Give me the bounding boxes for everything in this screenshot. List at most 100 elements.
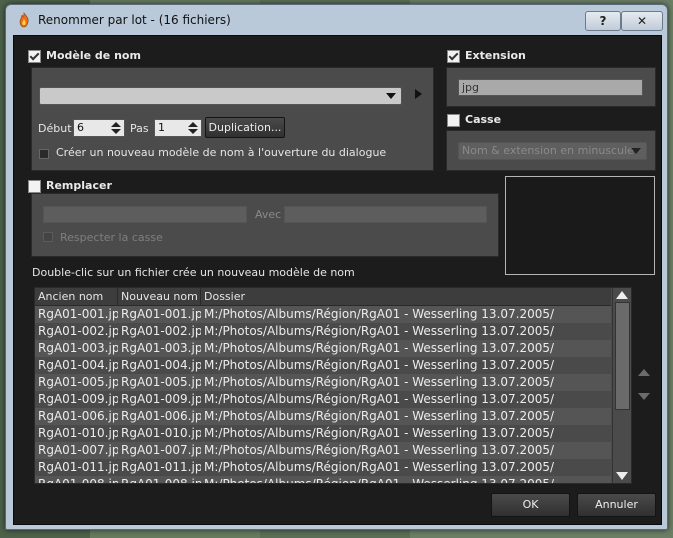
scroll-thumb[interactable] xyxy=(615,302,630,410)
table-body: RgA01-001.jpgRgA01-001.jpgM:/Photos/Albu… xyxy=(35,306,611,484)
table-row[interactable]: RgA01-010.jpgRgA01-010.jpgM:/Photos/Albu… xyxy=(35,425,611,442)
dossier-cell: M:/Photos/Albums/Région/RgA01 - Wesserli… xyxy=(204,426,555,440)
avec-label: Avec xyxy=(255,208,282,221)
table-row[interactable]: RgA01-004.jpgRgA01-004.jpgM:/Photos/Albu… xyxy=(35,357,611,374)
pas-label: Pas xyxy=(130,122,149,135)
spin-up-icon[interactable] xyxy=(188,122,198,127)
preview-frame xyxy=(505,176,655,275)
ancien-nom-cell: RgA01-005.jpg xyxy=(38,375,118,389)
nouveau-nom-cell: RgA01-002.jpg xyxy=(121,324,201,338)
dossier-cell: M:/Photos/Albums/Région/RgA01 - Wesserli… xyxy=(204,443,555,457)
nouveau-nom-cell: RgA01-008.jpg xyxy=(121,477,201,484)
casse-checkbox[interactable] xyxy=(447,114,460,127)
column-header-ancien-nom[interactable]: Ancien nom xyxy=(35,288,118,305)
casse-combo[interactable]: Nom & extension en minuscule xyxy=(458,142,647,160)
table-row[interactable]: RgA01-007.jpgRgA01-007.jpgM:/Photos/Albu… xyxy=(35,442,611,459)
table-row[interactable]: RgA01-001.jpgRgA01-001.jpgM:/Photos/Albu… xyxy=(35,306,611,323)
dossier-cell: M:/Photos/Albums/Région/RgA01 - Wesserli… xyxy=(204,375,555,389)
table-scrollbar[interactable] xyxy=(612,288,631,483)
extension-panel: jpg xyxy=(446,67,656,107)
hint-text: Double-clic sur un fichier crée un nouve… xyxy=(32,266,355,279)
table-row[interactable]: RgA01-002.jpgRgA01-002.jpgM:/Photos/Albu… xyxy=(35,323,611,340)
pas-value: 1 xyxy=(158,121,165,134)
create-new-model-label: Créer un nouveau modèle de nom à l'ouver… xyxy=(56,146,387,159)
play-arrow-icon[interactable] xyxy=(415,89,422,99)
create-new-model-checkbox[interactable] xyxy=(39,149,49,159)
name-model-checkbox[interactable] xyxy=(28,50,41,63)
move-up-icon[interactable] xyxy=(638,369,650,376)
remplacer-label: Remplacer xyxy=(46,179,112,192)
nouveau-nom-cell: RgA01-004.jpg xyxy=(121,358,201,372)
remplacer-panel: Avec Respecter la casse xyxy=(31,193,499,257)
table-row[interactable]: RgA01-011.jpgRgA01-011.jpgM:/Photos/Albu… xyxy=(35,459,611,476)
ancien-nom-cell: RgA01-003.jpg xyxy=(38,341,118,355)
nouveau-nom-cell: RgA01-010.jpg xyxy=(121,426,201,440)
spin-up-icon[interactable] xyxy=(111,122,121,127)
table-row[interactable]: RgA01-003.jpgRgA01-003.jpgM:/Photos/Albu… xyxy=(35,340,611,357)
dossier-cell: M:/Photos/Albums/Région/RgA01 - Wesserli… xyxy=(204,460,555,474)
dossier-cell: M:/Photos/Albums/Région/RgA01 - Wesserli… xyxy=(204,324,555,338)
extension-label: Extension xyxy=(465,49,526,62)
rename-dialog: Renommer par lot - (16 fichiers) ? ✕ Mod… xyxy=(5,4,668,530)
casse-label: Casse xyxy=(465,113,502,126)
name-model-panel: Début 6 Pas 1 Duplication... Créer un no… xyxy=(31,67,434,171)
cancel-button[interactable]: Annuler xyxy=(577,493,656,517)
ancien-nom-cell: RgA01-009.jpg xyxy=(38,392,118,406)
casse-value: Nom & extension en minuscule xyxy=(462,144,634,157)
ancien-nom-cell: RgA01-001.jpg xyxy=(38,307,118,321)
dialog-client: Modèle de nom Début 6 Pas 1 Duplication.… xyxy=(13,35,662,525)
extension-input[interactable]: jpg xyxy=(458,79,643,96)
ancien-nom-cell: RgA01-008.jpg xyxy=(38,477,118,484)
flame-icon xyxy=(19,12,29,28)
column-header-nouveau-nom[interactable]: Nouveau nom xyxy=(118,288,201,305)
nouveau-nom-cell: RgA01-011.jpg xyxy=(121,460,201,474)
help-button[interactable]: ? xyxy=(585,11,621,31)
ancien-nom-cell: RgA01-004.jpg xyxy=(38,358,118,372)
scroll-up-icon[interactable] xyxy=(616,291,628,299)
spin-down-icon[interactable] xyxy=(188,129,198,134)
casse-panel: Nom & extension en minuscule xyxy=(446,130,656,171)
debut-value: 6 xyxy=(77,121,84,134)
dossier-cell: M:/Photos/Albums/Région/RgA01 - Wesserli… xyxy=(204,477,555,484)
table-row[interactable]: RgA01-005.jpgRgA01-005.jpgM:/Photos/Albu… xyxy=(35,374,611,391)
nouveau-nom-cell: RgA01-005.jpg xyxy=(121,375,201,389)
replace-text-input[interactable] xyxy=(284,206,487,223)
column-header-dossier[interactable]: Dossier xyxy=(201,288,611,305)
name-model-label: Modèle de nom xyxy=(46,49,141,62)
scroll-down-icon[interactable] xyxy=(616,472,628,480)
table-row[interactable]: RgA01-006.jpgRgA01-006.jpgM:/Photos/Albu… xyxy=(35,408,611,425)
ancien-nom-cell: RgA01-006.jpg xyxy=(38,409,118,423)
debut-label: Début xyxy=(38,122,72,135)
ok-button[interactable]: OK xyxy=(491,493,570,517)
title-bar[interactable]: Renommer par lot - (16 fichiers) ? ✕ xyxy=(6,5,667,35)
close-button[interactable]: ✕ xyxy=(621,11,663,31)
table-header: Ancien nom Nouveau nom Dossier xyxy=(35,288,611,306)
nouveau-nom-cell: RgA01-003.jpg xyxy=(121,341,201,355)
nouveau-nom-cell: RgA01-007.jpg xyxy=(121,443,201,457)
table-row[interactable]: RgA01-008.jpgRgA01-008.jpgM:/Photos/Albu… xyxy=(35,476,611,484)
extension-checkbox[interactable] xyxy=(447,50,460,63)
respect-case-checkbox[interactable] xyxy=(43,232,53,242)
chevron-down-icon xyxy=(386,93,396,99)
dossier-cell: M:/Photos/Albums/Région/RgA01 - Wesserli… xyxy=(204,392,555,406)
dossier-cell: M:/Photos/Albums/Région/RgA01 - Wesserli… xyxy=(204,409,555,423)
ancien-nom-cell: RgA01-007.jpg xyxy=(38,443,118,457)
dossier-cell: M:/Photos/Albums/Région/RgA01 - Wesserli… xyxy=(204,307,555,321)
pas-spinbox[interactable]: 1 xyxy=(154,119,202,137)
table-row[interactable]: RgA01-009.jpgRgA01-009.jpgM:/Photos/Albu… xyxy=(35,391,611,408)
name-pattern-combo[interactable] xyxy=(39,87,402,105)
ancien-nom-cell: RgA01-011.jpg xyxy=(38,460,118,474)
remplacer-checkbox[interactable] xyxy=(28,180,41,193)
search-text-input[interactable] xyxy=(43,206,247,223)
ancien-nom-cell: RgA01-002.jpg xyxy=(38,324,118,338)
duplication-button[interactable]: Duplication... xyxy=(205,117,285,138)
nouveau-nom-cell: RgA01-001.jpg xyxy=(121,307,201,321)
move-down-icon[interactable] xyxy=(638,393,650,400)
window-title: Renommer par lot - (16 fichiers) xyxy=(38,13,231,27)
ancien-nom-cell: RgA01-010.jpg xyxy=(38,426,118,440)
chevron-down-icon xyxy=(631,148,641,154)
file-table: Ancien nom Nouveau nom Dossier RgA01-001… xyxy=(34,287,632,484)
spin-down-icon[interactable] xyxy=(111,129,121,134)
debut-spinbox[interactable]: 6 xyxy=(73,119,125,137)
nouveau-nom-cell: RgA01-006.jpg xyxy=(121,409,201,423)
